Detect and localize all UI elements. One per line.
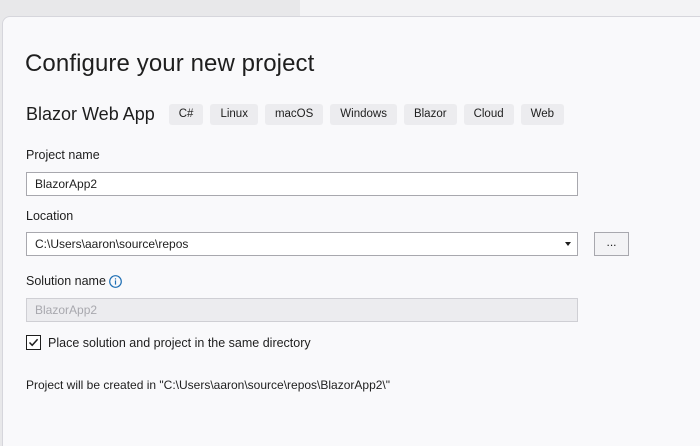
template-name: Blazor Web App xyxy=(26,104,155,124)
location-combobox[interactable]: C:\Users\aaron\source\repos xyxy=(26,232,578,256)
project-name-input[interactable]: BlazorApp2 xyxy=(26,172,578,196)
template-tags: C# Linux macOS Windows Blazor Cloud Web xyxy=(168,104,565,125)
tag-macos: macOS xyxy=(264,104,324,125)
same-directory-option[interactable]: Place solution and project in the same d… xyxy=(26,335,311,350)
tag-csharp: C# xyxy=(168,104,204,125)
location-value: C:\Users\aaron\source\repos xyxy=(35,237,189,251)
solution-name-input: BlazorApp2 xyxy=(26,298,578,322)
solution-name-label: Solution name xyxy=(26,274,106,288)
tag-linux: Linux xyxy=(210,104,258,125)
project-path-summary: Project will be created in "C:\Users\aar… xyxy=(26,378,391,392)
page-title: Configure your new project xyxy=(25,50,315,77)
tag-blazor: Blazor xyxy=(403,104,457,125)
page: Configure your new project Blazor Web Ap… xyxy=(0,0,700,446)
tag-windows: Windows xyxy=(330,104,397,125)
info-icon[interactable] xyxy=(109,275,122,288)
chevron-down-icon[interactable] xyxy=(565,242,571,246)
checkmark-icon xyxy=(28,338,39,347)
same-directory-label[interactable]: Place solution and project in the same d… xyxy=(48,336,311,350)
tag-web: Web xyxy=(520,104,565,125)
background-window xyxy=(300,0,700,16)
project-name-label: Project name xyxy=(26,148,100,162)
browse-location-button[interactable]: ... xyxy=(594,232,629,256)
same-directory-checkbox[interactable] xyxy=(26,335,41,350)
template-summary: Blazor Web App C# Linux macOS Windows Bl… xyxy=(26,104,565,125)
location-label: Location xyxy=(26,209,74,223)
tag-cloud: Cloud xyxy=(463,104,514,125)
